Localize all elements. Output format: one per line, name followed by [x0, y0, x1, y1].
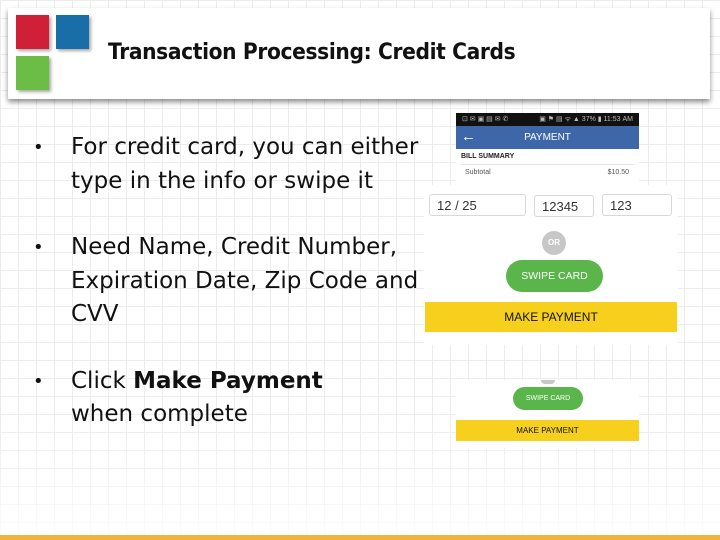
bullet-icon: •	[33, 370, 44, 392]
bottom-accent-bar	[0, 535, 720, 540]
slide-title: Transaction Processing: Credit Cards	[108, 40, 516, 65]
bullet-text: Need Name, Credit Number, Expiration Dat…	[71, 234, 419, 327]
or-divider: OR	[542, 231, 566, 255]
bullet-icon: •	[33, 237, 44, 258]
bullet-text-bold: Make Payment	[133, 367, 323, 394]
status-icons-left: ⊡ ✉ ▣ ▤ ✉ ✆	[462, 116, 509, 123]
bullet-list: • For credit card, you can either type i…	[30, 131, 430, 465]
phone-screenshot-bottom: SWIPE CARD MAKE PAYMENT	[456, 380, 639, 448]
make-payment-button-small[interactable]: MAKE PAYMENT	[456, 420, 639, 441]
bullet-text-suffix: when complete	[71, 401, 248, 427]
logo-red-square	[16, 15, 49, 49]
subtotal-row: Subtotal $10.50	[461, 165, 634, 176]
or-divider-partial	[541, 380, 555, 384]
subtotal-label: Subtotal	[465, 169, 491, 176]
bill-summary-header: BILL SUMMARY	[461, 153, 634, 165]
swipe-card-button[interactable]: SWIPE CARD	[506, 260, 603, 292]
phone-screenshot-top: ⊡ ✉ ▣ ▤ ✉ ✆ ▣ ⚑ ▤ ᯤ ▲ 37% ▮ 11:53 AM ← P…	[456, 113, 639, 193]
expiration-input[interactable]: 12 / 25	[429, 194, 526, 216]
cvv-input[interactable]: 123	[602, 194, 672, 216]
logo-blue-square	[56, 15, 89, 49]
zip-code-input[interactable]: 12345	[534, 195, 594, 217]
swipe-card-button-small[interactable]: SWIPE CARD	[513, 387, 583, 410]
subtotal-value: $10.50	[607, 169, 629, 176]
logo-green-square	[16, 56, 49, 90]
status-icons-right: ▣ ⚑ ▤ ᯤ ▲ 37% ▮ 11:53 AM	[539, 116, 633, 123]
bullet-item: • For credit card, you can either type i…	[30, 131, 430, 198]
app-bar-title: PAYMENT	[524, 132, 571, 143]
bullet-text: For credit card, you can either type in …	[71, 134, 419, 194]
app-bar: ← PAYMENT	[456, 126, 639, 149]
payment-form-zoom: 12 / 25 12345 123 OR SWIPE CARD MAKE PAY…	[424, 185, 678, 345]
status-bar: ⊡ ✉ ▣ ▤ ✉ ✆ ▣ ⚑ ▤ ᯤ ▲ 37% ▮ 11:53 AM	[456, 113, 639, 126]
bullet-text-prefix: Click	[71, 367, 134, 394]
bullet-icon: •	[33, 137, 44, 158]
make-payment-button[interactable]: MAKE PAYMENT	[425, 302, 677, 332]
title-banner: Transaction Processing: Credit Cards	[8, 8, 710, 99]
bill-summary: BILL SUMMARY Subtotal $10.50	[456, 149, 639, 180]
bullet-item: • Need Name, Credit Number, Expiration D…	[30, 231, 430, 332]
bullet-item: • Click Make Payment when complete	[30, 365, 430, 432]
